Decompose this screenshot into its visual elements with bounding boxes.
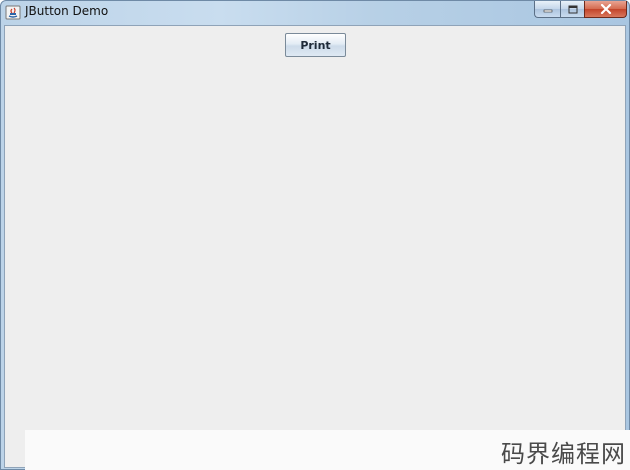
close-button[interactable] xyxy=(584,1,627,18)
window-title: JButton Demo xyxy=(25,4,109,18)
print-button[interactable]: Print xyxy=(285,33,346,57)
app-window: JButton Demo Print xyxy=(0,0,630,470)
java-app-icon xyxy=(5,5,21,20)
close-icon xyxy=(600,4,611,14)
watermark-text: 码界编程网 xyxy=(501,440,626,468)
minimize-button[interactable] xyxy=(534,1,560,18)
minimize-icon xyxy=(543,9,552,13)
title-bar[interactable]: JButton Demo xyxy=(1,1,629,23)
maximize-button[interactable] xyxy=(560,1,584,18)
window-controls xyxy=(534,1,627,19)
content-pane: Print xyxy=(4,25,626,468)
maximize-icon xyxy=(568,5,577,13)
